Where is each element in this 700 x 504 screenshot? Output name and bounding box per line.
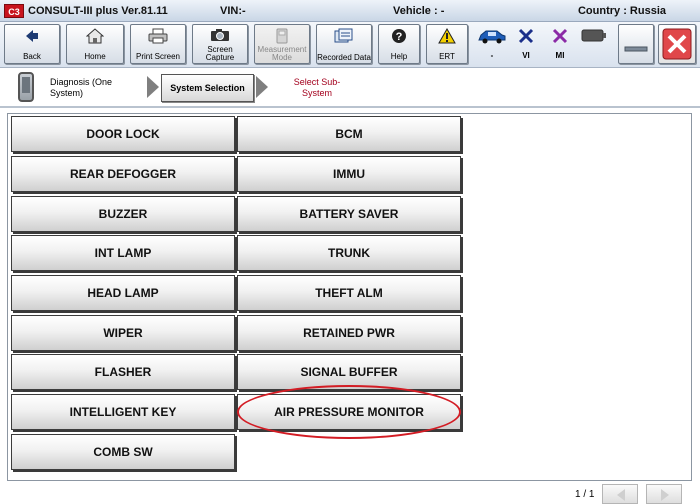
country-readout: Country : Russia	[577, 5, 666, 17]
help-button[interactable]: ? Help	[378, 24, 420, 64]
measurement-mode-button[interactable]: Measurement Mode	[254, 24, 310, 64]
vehicle-readout: Vehicle : -	[393, 5, 445, 17]
recorded-data-label: Recorded Data	[317, 53, 371, 62]
system-button-battery-saver[interactable]: BATTERY SAVER	[237, 196, 461, 232]
next-page-button[interactable]	[646, 484, 682, 504]
system-button-trunk[interactable]: TRUNK	[237, 235, 461, 271]
toolbar: Back Home Print Screen Screen Capture Me…	[0, 22, 700, 68]
home-icon	[86, 28, 104, 44]
chevron-left-icon	[617, 489, 625, 501]
svg-text:?: ?	[396, 31, 403, 43]
camera-icon	[211, 29, 229, 41]
back-arrow-icon	[26, 30, 38, 42]
system-button-door-lock[interactable]: DOOR LOCK	[11, 116, 235, 152]
battery-icon	[581, 29, 606, 42]
printer-icon	[148, 28, 168, 44]
breadcrumb: Diagnosis (One System) System Selection …	[0, 68, 700, 108]
mi-disconnected-icon	[552, 28, 568, 44]
page-indicator: 1 / 1	[575, 489, 595, 500]
help-icon: ?	[392, 29, 406, 43]
battery-status	[580, 26, 608, 64]
help-label: Help	[390, 52, 408, 61]
back-button[interactable]: Back	[4, 24, 60, 64]
system-button-comb-sw[interactable]: COMB SW	[11, 434, 235, 470]
system-button-immu[interactable]: IMMU	[237, 156, 461, 192]
car-icon	[478, 30, 506, 44]
app-title: CONSULT-III plus Ver.81.11	[28, 5, 168, 17]
system-button-air-pressure-monitor[interactable]: AIR PRESSURE MONITOR	[237, 394, 461, 430]
system-button-retained-pwr[interactable]: RETAINED PWR	[237, 315, 461, 351]
print-screen-button[interactable]: Print Screen	[130, 24, 186, 64]
ert-label: ERT	[439, 52, 455, 61]
mi-status: MI	[544, 26, 576, 64]
breadcrumb-arrow-icon	[147, 76, 159, 98]
breadcrumb-step-system-selection[interactable]: System Selection	[161, 74, 254, 102]
vin-readout: VIN:-	[220, 5, 246, 17]
recorded-data-button[interactable]: Recorded Data	[316, 24, 372, 64]
vi-disconnected-icon	[518, 28, 534, 44]
app-logo-icon: C3	[4, 4, 24, 18]
warning-icon	[438, 28, 456, 44]
footer: 1 / 1	[0, 482, 700, 504]
previous-page-button[interactable]	[602, 484, 638, 504]
system-button-flasher[interactable]: FLASHER	[11, 354, 235, 390]
system-button-signal-buffer[interactable]: SIGNAL BUFFER	[237, 354, 461, 390]
system-button-buzzer[interactable]: BUZZER	[11, 196, 235, 232]
home-button[interactable]: Home	[66, 24, 124, 64]
ert-button[interactable]: ERT	[426, 24, 468, 64]
measurement-mode-label: Measurement Mode	[257, 45, 307, 62]
breadcrumb-step-diagnosis[interactable]: Diagnosis (One System)	[50, 77, 140, 99]
vi-status: VI	[510, 26, 542, 64]
system-button-intelligent-key[interactable]: INTELLIGENT KEY	[11, 394, 235, 430]
vehicle-status-label: -	[490, 51, 494, 60]
back-label: Back	[23, 52, 41, 61]
home-label: Home	[84, 52, 106, 61]
close-icon	[662, 28, 692, 60]
breadcrumb-step-select-subsystem: Select Sub-System	[293, 77, 341, 98]
diagnosis-device-icon	[18, 72, 34, 102]
system-button-bcm[interactable]: BCM	[237, 116, 461, 152]
system-button-int-lamp[interactable]: INT LAMP	[11, 235, 235, 271]
breadcrumb-arrow-icon	[256, 76, 268, 98]
recorded-data-icon	[334, 28, 353, 43]
chevron-right-icon	[661, 489, 669, 501]
vi-label: VI	[522, 51, 530, 60]
measurement-icon	[276, 28, 288, 44]
title-bar: C3 CONSULT-III plus Ver.81.11 VIN:- Vehi…	[0, 0, 700, 22]
system-button-rear-defogger[interactable]: REAR DEFOGGER	[11, 156, 235, 192]
screen-capture-button[interactable]: Screen Capture	[192, 24, 248, 64]
system-button-head-lamp[interactable]: HEAD LAMP	[11, 275, 235, 311]
vehicle-status: -	[474, 26, 510, 64]
mi-label: MI	[555, 51, 565, 60]
system-button-theft-alm[interactable]: THEFT ALM	[237, 275, 461, 311]
minimize-icon	[624, 46, 648, 52]
close-button[interactable]	[658, 24, 696, 64]
system-button-wiper[interactable]: WIPER	[11, 315, 235, 351]
screen-capture-label: Screen Capture	[205, 45, 235, 62]
print-screen-label: Print Screen	[135, 52, 181, 61]
minimize-button[interactable]	[618, 24, 654, 64]
